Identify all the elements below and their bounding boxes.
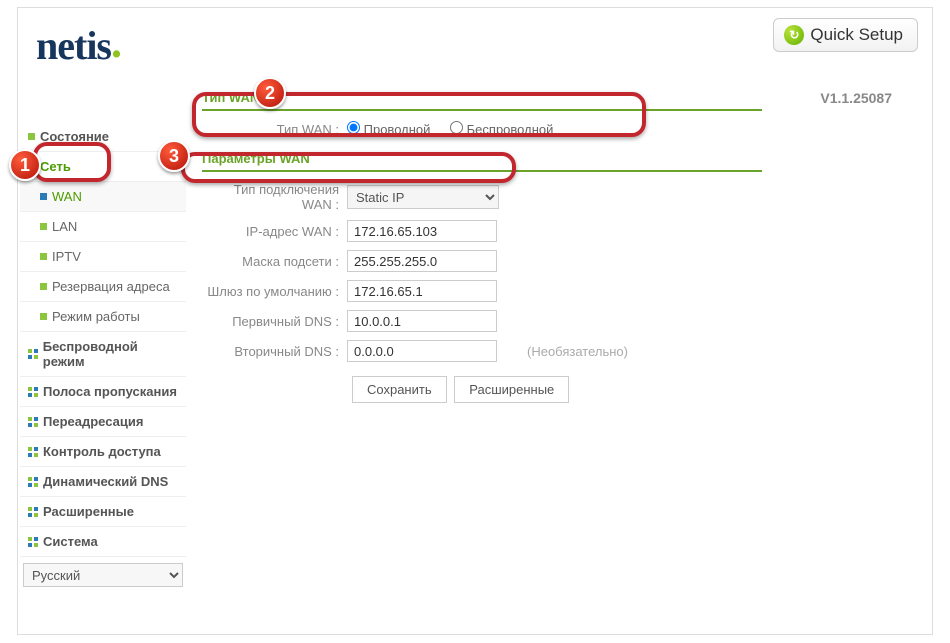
sidebar-item-advanced[interactable]: Расширенные — [20, 497, 186, 527]
conn-type-label: Тип подключения WAN : — [202, 182, 347, 212]
dns1-input[interactable] — [347, 310, 497, 332]
grid-icon — [28, 417, 38, 427]
conn-type-select[interactable]: Static IP — [347, 185, 499, 209]
sidebar-item-status[interactable]: Состояние — [20, 122, 186, 152]
sidebar-item-forwarding[interactable]: Переадресация — [20, 407, 186, 437]
quick-setup-button[interactable]: ↻ Quick Setup — [773, 18, 918, 52]
wan-type-wireless-radio[interactable]: Беспроводной — [450, 122, 553, 137]
ip-input[interactable] — [347, 220, 497, 242]
grid-icon — [28, 349, 38, 359]
wan-type-wired-radio[interactable]: Проводной — [347, 122, 430, 137]
quick-setup-label: Quick Setup — [810, 25, 903, 45]
dns2-input[interactable] — [347, 340, 497, 362]
firmware-version: V1.1.25087 — [820, 90, 892, 106]
sidebar-item-bandwidth[interactable]: Полоса пропускания — [20, 377, 186, 407]
ip-label: IP-адрес WAN : — [202, 224, 347, 239]
sidebar-item-addr-res[interactable]: Резервация адреса — [20, 272, 186, 302]
sidebar-item-iptv[interactable]: IPTV — [20, 242, 186, 272]
sidebar-item-wan[interactable]: WAN — [20, 182, 186, 212]
dns1-label: Первичный DNS : — [202, 314, 347, 329]
square-icon — [28, 133, 35, 140]
sidebar-item-wireless[interactable]: Беспроводной режим — [20, 332, 186, 377]
mask-input[interactable] — [347, 250, 497, 272]
sidebar-item-op-mode[interactable]: Режим работы — [20, 302, 186, 332]
mask-label: Маска подсети : — [202, 254, 347, 269]
sidebar-item-system[interactable]: Система — [20, 527, 186, 557]
advanced-button[interactable]: Расширенные — [454, 376, 569, 403]
main-panel: Тип WAN Тип WAN : Проводной Беспроводной… — [186, 78, 932, 587]
sidebar: Состояние Сеть WAN LAN IPTV Резервация а… — [20, 78, 186, 587]
sidebar-item-access[interactable]: Контроль доступа — [20, 437, 186, 467]
wan-type-label: Тип WAN : — [202, 122, 347, 137]
grid-icon — [28, 387, 38, 397]
gw-input[interactable] — [347, 280, 497, 302]
square-icon — [40, 193, 47, 200]
grid-icon — [28, 477, 38, 487]
square-icon — [40, 313, 47, 320]
section-wan-type: Тип WAN — [202, 86, 762, 111]
save-button[interactable]: Сохранить — [352, 376, 447, 403]
grid-icon — [28, 447, 38, 457]
sidebar-item-network[interactable]: Сеть — [20, 152, 186, 182]
language-select[interactable]: Русский — [23, 563, 183, 587]
square-icon — [40, 253, 47, 260]
section-wan-params: Параметры WAN — [202, 147, 762, 172]
dns2-hint: (Необязательно) — [527, 344, 628, 359]
logo: netis. — [36, 23, 121, 68]
gw-label: Шлюз по умолчанию : — [202, 284, 347, 299]
dns2-label: Вторичный DNS : — [202, 344, 347, 359]
sidebar-item-ddns[interactable]: Динамический DNS — [20, 467, 186, 497]
grid-icon — [28, 507, 38, 517]
square-icon — [40, 283, 47, 290]
square-icon — [40, 223, 47, 230]
refresh-icon: ↻ — [784, 25, 804, 45]
grid-icon — [28, 537, 38, 547]
sidebar-item-lan[interactable]: LAN — [20, 212, 186, 242]
square-icon — [28, 163, 35, 170]
